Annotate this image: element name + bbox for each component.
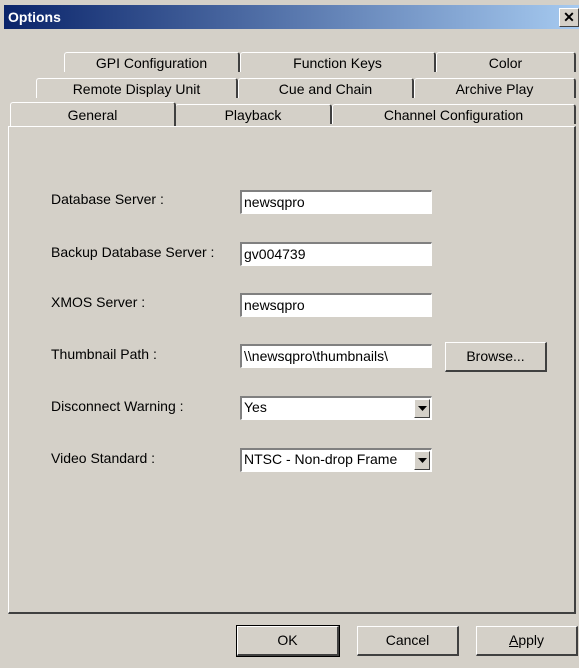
- database-server-input[interactable]: newsqpro: [240, 190, 432, 214]
- tab-function-keys[interactable]: Function Keys: [240, 52, 436, 72]
- xmos-server-label: XMOS Server :: [51, 294, 146, 310]
- tab-cue-and-chain[interactable]: Cue and Chain: [238, 78, 414, 98]
- ok-button[interactable]: OK: [236, 625, 340, 657]
- video-standard-select[interactable]: NTSC - Non-drop Frame: [240, 448, 432, 472]
- cancel-button[interactable]: Cancel: [357, 626, 459, 656]
- browse-button[interactable]: Browse...: [445, 342, 547, 372]
- chevron-down-icon: [418, 406, 427, 411]
- tab-color[interactable]: Color: [436, 52, 576, 72]
- dropdown-button[interactable]: [414, 399, 430, 418]
- tab-remote-display-unit[interactable]: Remote Display Unit: [36, 78, 238, 98]
- apply-button[interactable]: Apply: [476, 626, 578, 656]
- close-button[interactable]: ✕: [559, 8, 579, 27]
- tab-archive-play[interactable]: Archive Play: [414, 78, 576, 98]
- backup-database-server-label: Backup Database Server :: [51, 244, 215, 260]
- dropdown-button[interactable]: [414, 451, 430, 470]
- disconnect-warning-label: Disconnect Warning :: [51, 398, 184, 414]
- tab-gpi-configuration[interactable]: GPI Configuration: [64, 52, 240, 72]
- title-bar[interactable]: Options ✕: [4, 5, 579, 29]
- video-standard-value: NTSC - Non-drop Frame: [244, 451, 398, 467]
- chevron-down-icon: [418, 458, 427, 463]
- xmos-server-input[interactable]: newsqpro: [240, 293, 432, 317]
- tab-general[interactable]: General: [10, 102, 176, 126]
- thumbnail-path-input[interactable]: \\newsqpro\thumbnails\: [240, 344, 432, 368]
- backup-database-server-input[interactable]: gv004739: [240, 242, 432, 266]
- tab-channel-configuration[interactable]: Channel Configuration: [332, 104, 576, 124]
- video-standard-label: Video Standard :: [51, 450, 156, 466]
- options-dialog: Options ✕ GPI Configuration Function Key…: [0, 0, 579, 668]
- window-title: Options: [8, 9, 61, 25]
- database-server-label: Database Server :: [51, 191, 164, 207]
- tab-playback[interactable]: Playback: [175, 104, 332, 124]
- close-icon: ✕: [563, 9, 575, 25]
- thumbnail-path-label: Thumbnail Path :: [51, 346, 157, 362]
- disconnect-warning-select[interactable]: Yes: [240, 396, 432, 420]
- disconnect-warning-value: Yes: [244, 399, 267, 415]
